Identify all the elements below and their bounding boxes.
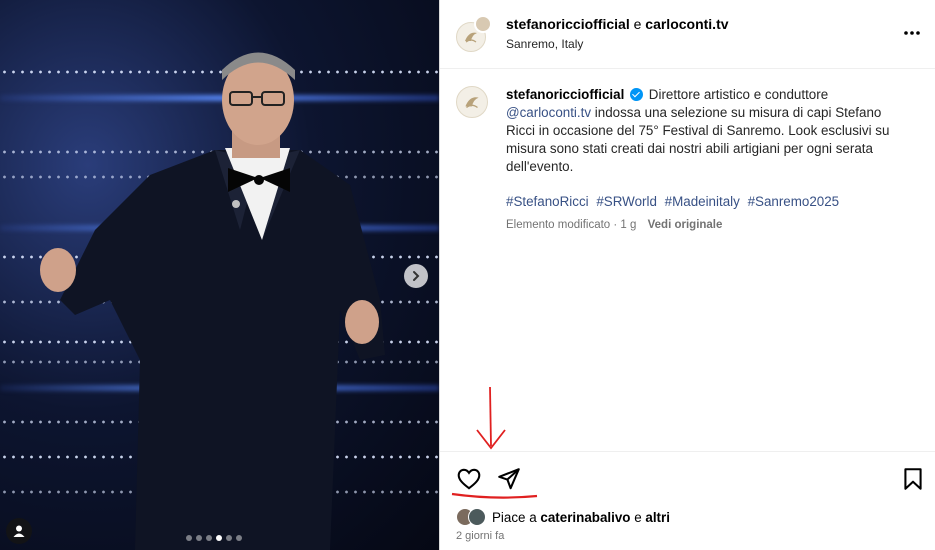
likes-text: Piace a caterinabalivo e altri [492,510,670,525]
post-header: stefanoricciofficial e carloconti.tv San… [440,0,935,69]
paper-plane-icon [498,468,520,490]
hashtag-link[interactable]: #SRWorld [596,194,657,209]
collaborator-avatar[interactable] [474,15,492,33]
carousel-dot[interactable] [206,535,212,541]
likes-others-link[interactable]: altri [645,510,670,525]
likes-prefix: Piace a [492,509,537,525]
user-tag-icon [13,525,25,537]
post-media[interactable] [0,0,439,550]
view-original-link[interactable]: Vedi originale [648,219,723,231]
caption-avatar[interactable] [456,86,488,118]
location-link[interactable]: Sanremo, Italy [506,37,583,51]
heart-icon [457,468,481,490]
caption-text: stefanoricciofficial Direttore artistico… [506,86,906,176]
hashtag-link[interactable]: #StefanoRicci [506,194,589,209]
likes-summary: Piace a caterinabalivo e altri [456,508,670,526]
header-accounts: stefanoricciofficial e carloconti.tv [506,16,729,32]
bookmark-icon [904,468,922,490]
action-bar [440,451,935,499]
account-link-primary[interactable]: stefanoricciofficial [506,16,630,32]
post-timestamp: 2 giorni fa [456,530,505,542]
hashtag-link[interactable]: #Sanremo2025 [748,194,840,209]
accounts-joiner: e [633,16,642,32]
likes-joiner: e [634,509,642,525]
caption-text-part: Direttore artistico e conduttore [648,87,829,102]
edited-label: Elemento modificato [506,219,611,231]
caption-hashtags: #StefanoRicci #SRWorld #Madeinitaly #San… [506,194,843,209]
liker-avatar[interactable] [468,508,486,526]
more-horizontal-icon [904,31,920,35]
carousel-dot[interactable] [196,535,202,541]
carousel-dot[interactable] [226,535,232,541]
caption-mention-link[interactable]: @carloconti.tv [506,105,591,120]
presenter-photo [40,52,385,550]
edit-meta: Elemento modificato · 1 g Vedi originale [506,219,722,231]
carousel-dot[interactable] [236,535,242,541]
carousel-dot-active[interactable] [216,535,222,541]
hashtag-link[interactable]: #Madeinitaly [665,194,740,209]
chevron-right-icon [413,271,420,281]
caption-section: stefanoricciofficial Direttore artistico… [440,70,935,450]
share-button[interactable] [496,466,522,492]
caption-username[interactable]: stefanoricciofficial [506,87,624,102]
edited-time: · 1 g [613,219,637,231]
more-options-button[interactable] [902,23,922,43]
liker-username-link[interactable]: caterinabalivo [540,510,630,525]
post-details-panel: stefanoricciofficial e carloconti.tv San… [439,0,935,550]
account-link-secondary[interactable]: carloconti.tv [645,16,728,32]
carousel-next-button[interactable] [404,264,428,288]
carousel-dot[interactable] [186,535,192,541]
tagged-users-button[interactable] [6,518,32,544]
post-viewer: stefanoricciofficial e carloconti.tv San… [0,0,935,550]
verified-badge-icon [630,88,644,101]
save-button[interactable] [900,466,926,492]
like-button[interactable] [456,466,482,492]
carousel-pager [186,535,242,541]
brand-logo-icon [465,97,479,109]
